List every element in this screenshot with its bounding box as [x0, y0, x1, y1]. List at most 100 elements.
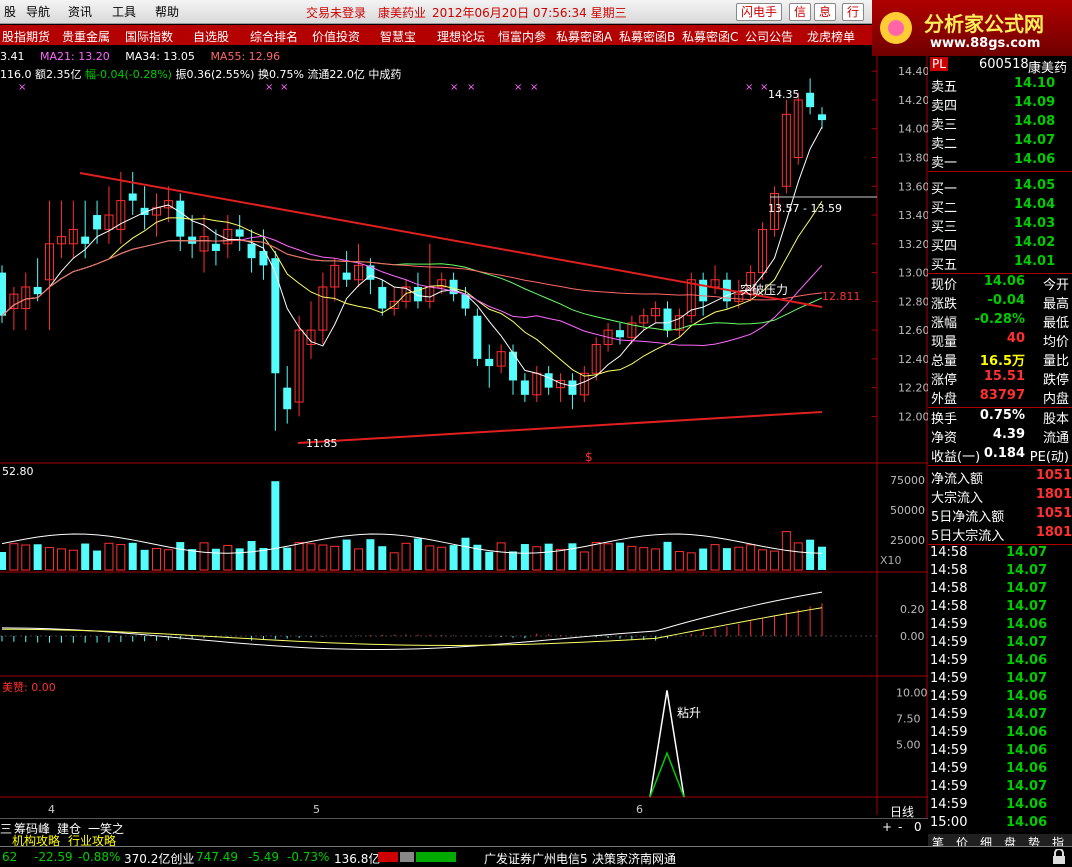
stat-label2: 最高 [1042, 297, 1069, 312]
volume-bar-up [758, 549, 768, 571]
tick-price: 14.06 [1006, 725, 1048, 740]
kline-chart[interactable]: × × × × × × × × × 750005000025000 0.200.00 10.00… [0, 45, 928, 818]
zoom-in-button[interactable]: + [882, 820, 892, 834]
stat2-label2: PE(动) [1029, 450, 1069, 465]
nav-forum[interactable]: 理想论坛 [437, 28, 485, 45]
ma-line [1, 235, 823, 347]
volume-bar-up [151, 547, 161, 571]
rise-label: 粘升 [677, 706, 702, 720]
menu-item-news[interactable]: 资讯 [68, 3, 92, 20]
volume-bar-down [663, 541, 672, 570]
menu-item-stock[interactable]: 股 [4, 3, 16, 20]
tick-price: 14.06 [1006, 689, 1048, 704]
tick-row: 14:59 14.06 [928, 653, 1072, 671]
bid-row[interactable]: 买五 14.01 [928, 254, 1072, 273]
ask-label: 卖二 [931, 137, 958, 152]
volume-bar-down [211, 548, 220, 570]
info-button-1[interactable]: 信 [789, 3, 812, 21]
tick-time: 14:59 [930, 743, 968, 758]
nav-dragon-tiger[interactable]: 龙虎榜单 [807, 28, 855, 45]
tick-row: 14:59 14.06 [928, 689, 1072, 707]
market-button[interactable]: 行 [842, 3, 865, 21]
nav-announcements[interactable]: 公司公告 [745, 28, 793, 45]
status-h: 136.8亿 [334, 852, 381, 866]
tick-time: 14:58 [930, 545, 968, 560]
stat-row: 现量 40 均价 [928, 331, 1072, 350]
ask-row[interactable]: 卖四 14.09 [928, 95, 1072, 114]
bid-row[interactable]: 买一 14.05 [928, 178, 1072, 197]
bid-row[interactable]: 买三 14.03 [928, 216, 1072, 235]
support-trendline [297, 411, 823, 444]
nav-ranking[interactable]: 综合排名 [250, 28, 298, 45]
ask-row[interactable]: 卖五 14.10 [928, 76, 1072, 95]
price-tick-label: 12.00 [898, 410, 928, 423]
nav-insider[interactable]: 恒富内参 [498, 28, 546, 45]
candle-body-down [378, 286, 387, 309]
lock-icon[interactable] [1050, 849, 1068, 865]
candle-body-down [33, 286, 42, 295]
ask-price: 14.09 [1014, 95, 1056, 110]
status-b: -22.59 [34, 850, 73, 864]
ask-row[interactable]: 卖三 14.08 [928, 114, 1072, 133]
volume-bar-up [294, 541, 304, 571]
tick-time: 15:00 [930, 815, 968, 830]
stat-value: 15.51 [983, 369, 1025, 384]
tick-row: 14:58 14.07 [928, 599, 1072, 617]
volume-bar-down [0, 552, 6, 570]
tick-row: 14:59 14.07 [928, 671, 1072, 689]
tick-row: 14:59 14.06 [928, 743, 1072, 761]
stat2-label2: 流通 [1042, 431, 1069, 446]
zoom-out-button[interactable]: - [898, 820, 902, 834]
stat-value: -0.04 [987, 293, 1025, 308]
ask-row[interactable]: 卖一 14.06 [928, 152, 1072, 171]
nav-wisdom[interactable]: 智慧宝 [380, 28, 416, 45]
bid-row[interactable]: 买四 14.02 [928, 235, 1072, 254]
zoom-reset-button[interactable]: 0 [914, 820, 922, 834]
nav-value[interactable]: 价值投资 [312, 28, 360, 45]
chart-grid [0, 56, 928, 818]
menu-item-nav[interactable]: 导航 [26, 3, 50, 20]
nav-futures[interactable]: 股指期货 [2, 28, 50, 45]
ind-tick-label: 7.50 [896, 713, 921, 726]
menu-item-tools[interactable]: 工具 [112, 3, 136, 20]
stat-label: 现价 [931, 278, 958, 293]
candle-body-down [0, 272, 6, 316]
price-axis: 14.40 14.20 14.00 13.80 13.60 13.40 13.20 13.00… [872, 65, 928, 423]
nav-watchlist[interactable]: 自选股 [193, 28, 229, 45]
volume-bar-down [247, 540, 256, 570]
flow-label: 5日大宗流入 [931, 529, 1005, 544]
stat-value: 14.06 [983, 274, 1025, 289]
nav-metals[interactable]: 贵重金属 [62, 28, 110, 45]
stat-row: 涨停 15.51 跌停 [928, 369, 1072, 388]
stock-code: 600518 [979, 57, 1029, 72]
ask-price: 14.06 [1014, 152, 1056, 167]
info-button-2[interactable]: 息 [814, 3, 837, 21]
nav-intl-index[interactable]: 国际指数 [125, 28, 173, 45]
nav-private-b[interactable]: 私募密函B [619, 28, 675, 45]
menu-item-help[interactable]: 帮助 [155, 3, 179, 20]
volume-bar-up [56, 548, 66, 571]
candle-body-down [235, 229, 244, 237]
nav-private-a[interactable]: 私募密函A [556, 28, 612, 45]
volume-bar-down [544, 543, 553, 570]
flow-label: 大宗流入 [931, 491, 984, 506]
status-g: -0.73% [287, 850, 330, 864]
nav-private-c[interactable]: 私募密函C [682, 28, 738, 45]
range-label: 13.57 - 13.59 [768, 202, 842, 215]
stat2-label: 收益(一) [931, 450, 981, 465]
bid-row[interactable]: 买二 14.04 [928, 197, 1072, 216]
ask-label: 卖三 [931, 118, 958, 133]
vol-tick-label: 50000 [890, 504, 925, 517]
flash-trade-button[interactable]: 闪电手 [736, 3, 783, 21]
volume-label: 52.80 [2, 465, 34, 478]
price-tick-label: 14.20 [898, 94, 928, 107]
volume-bar-down [128, 542, 137, 570]
bid-price: 14.03 [1014, 216, 1056, 231]
tick-time: 14:59 [930, 689, 968, 704]
status-d: 370.2亿创业 [124, 852, 195, 866]
ask-row[interactable]: 卖二 14.07 [928, 133, 1072, 152]
candle-body-down [93, 215, 102, 230]
flow-row: 5日净流入额 1051 [928, 506, 1072, 525]
candle-body-down [247, 243, 256, 259]
datetime: 2012年06月20日 07:56:34 星期三 [432, 6, 627, 20]
